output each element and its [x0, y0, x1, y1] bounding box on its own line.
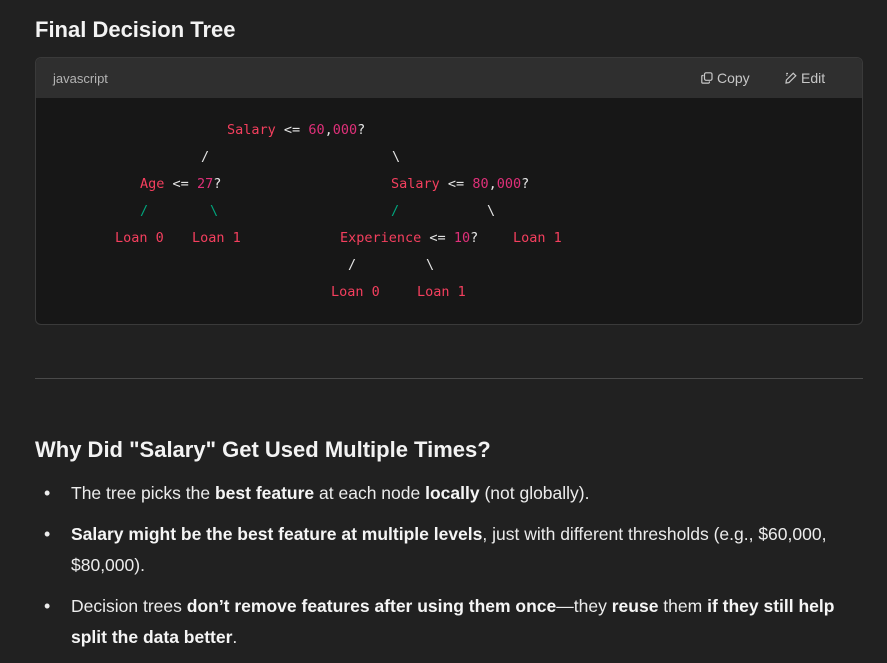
branch-age-left: /	[140, 203, 149, 219]
age-node: Age <= 27?	[140, 176, 222, 192]
branch-root-right: \	[392, 149, 401, 165]
copy-button[interactable]: Copy	[701, 70, 750, 86]
edit-label: Edit	[801, 70, 826, 86]
copy-icon	[701, 72, 713, 84]
leaf-age-no: Loan 1	[192, 230, 241, 246]
list-item: The tree picks the best feature at each …	[35, 478, 855, 509]
branch-exp-right: \	[426, 257, 435, 273]
code-block-header: javascript Copy Edit	[36, 58, 862, 98]
pencil-icon	[785, 72, 797, 84]
bullet-list: The tree picks the best feature at each …	[35, 478, 855, 663]
section-title-why: Why Did "Salary" Get Used Multiple Times…	[35, 437, 491, 462]
list-item: Decision trees don’t remove features aft…	[35, 591, 855, 653]
edit-button[interactable]: Edit	[785, 70, 825, 86]
code-language-label: javascript	[53, 71, 108, 86]
copy-label: Copy	[717, 70, 750, 86]
list-item: Salary might be the best feature at mult…	[35, 519, 855, 581]
experience-node: Experience <= 10?	[340, 230, 479, 246]
branch-salary80-left: /	[391, 203, 400, 219]
branch-root-left: /	[201, 149, 210, 165]
leaf-exp-no: Loan 1	[417, 284, 466, 300]
root-node: Salary <= 60,000?	[227, 122, 366, 138]
leaf-exp-yes: Loan 0	[331, 284, 380, 300]
code-block: javascript Copy Edit Salary <= 60,000? /…	[35, 57, 863, 325]
section-divider	[35, 378, 863, 379]
branch-exp-left: /	[348, 257, 357, 273]
code-content: Salary <= 60,000? / \ Age <= 27? Salary …	[36, 98, 862, 324]
leaf-salary80-no: Loan 1	[513, 230, 562, 246]
branch-age-right: \	[210, 203, 219, 219]
leaf-age-yes: Loan 0	[115, 230, 164, 246]
section-title-tree: Final Decision Tree	[35, 17, 236, 42]
branch-salary80-right: \	[487, 203, 496, 219]
salary80-node: Salary <= 80,000?	[391, 176, 530, 192]
